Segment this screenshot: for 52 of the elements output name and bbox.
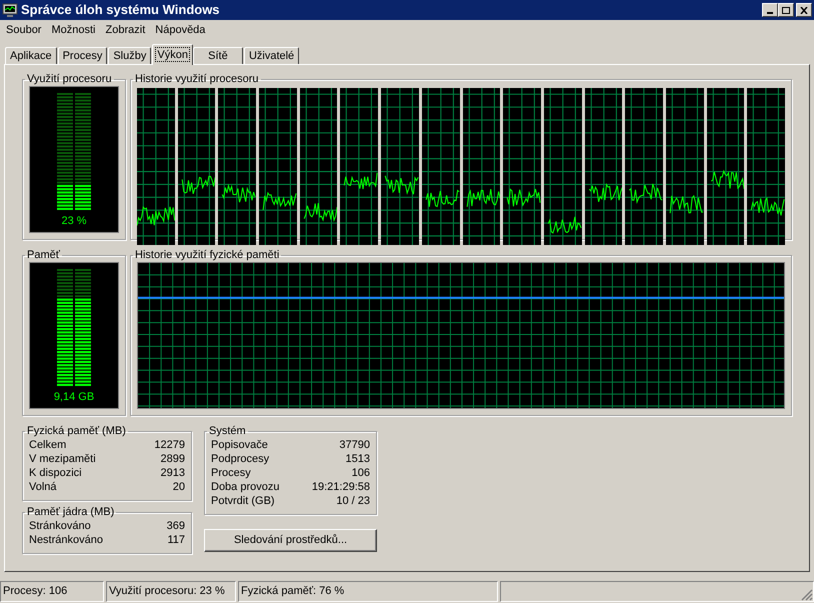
stat-value: 369 (166, 519, 185, 533)
menu-item[interactable]: Možnosti (46, 22, 101, 38)
menu-item[interactable]: Nápověda (150, 22, 210, 38)
stat-label: Nestránkováno (29, 533, 103, 547)
close-button[interactable] (796, 3, 812, 17)
tab[interactable]: Výkon (152, 44, 193, 65)
stat-value: 2899 (160, 452, 185, 466)
stat-value: 2913 (160, 466, 185, 480)
stat-label: Procesy (211, 466, 251, 480)
group-title: Fyzická paměť (MB) (26, 424, 127, 438)
monitor-icon (2, 2, 18, 18)
tab[interactable]: Aplikace (5, 47, 57, 65)
stat-label: Podprocesy (211, 452, 270, 466)
status-bar-section: Fyzická paměť: 76 % (238, 581, 498, 602)
resource-monitor-button[interactable]: Sledování prostředků... (204, 529, 377, 552)
stat-value: 10 / 23 (336, 494, 370, 508)
group-title: Historie využití procesoru (134, 72, 260, 86)
stat-value: 1513 (346, 452, 370, 466)
group-title: Využití procesoru (26, 72, 113, 86)
group-title: Systém (208, 424, 247, 438)
group-title: Paměť jádra (MB) (26, 505, 116, 519)
tab[interactable]: Procesy (58, 47, 108, 65)
stat-label: Potvrdit (GB) (211, 494, 275, 508)
maximize-icon (782, 6, 790, 14)
stat-value: 12279 (154, 438, 185, 452)
stat-label: K dispozici (29, 466, 82, 480)
meter-reading: 9,14 GB (54, 390, 94, 405)
meter-reading: 23 % (61, 214, 87, 229)
stat-label: Celkem (29, 438, 66, 452)
group-title: Paměť (26, 248, 61, 262)
menu-item[interactable]: Zobrazit (100, 22, 150, 38)
tab[interactable]: Sítě (192, 47, 243, 65)
stat-value: 117 (167, 533, 185, 547)
stat-label: Stránkováno (29, 519, 91, 533)
stat-label: Popisovače (211, 438, 268, 452)
tab[interactable]: Uživatelé (244, 47, 300, 65)
stat-label: Doba provozu (211, 480, 280, 494)
menu-item[interactable]: Soubor (1, 22, 46, 38)
stat-value: 19:21:29:58 (312, 480, 370, 494)
stat-value: 37790 (339, 438, 370, 452)
group-title: Historie využití fyzické paměti (134, 248, 280, 262)
minimize-button[interactable] (762, 3, 778, 17)
maximize-button[interactable] (778, 3, 794, 17)
status-bar-section: Procesy: 106 (0, 581, 104, 602)
status-bar-section: Využití procesoru: 23 % (106, 581, 236, 602)
stat-label: V mezipaměti (29, 452, 96, 466)
tab[interactable]: Služby (108, 47, 152, 65)
close-icon (800, 6, 808, 14)
stat-label: Volná (29, 480, 57, 494)
window-title: Správce úloh systému Windows (21, 1, 221, 20)
stat-value: 20 (172, 480, 185, 494)
stat-value: 106 (352, 466, 370, 480)
